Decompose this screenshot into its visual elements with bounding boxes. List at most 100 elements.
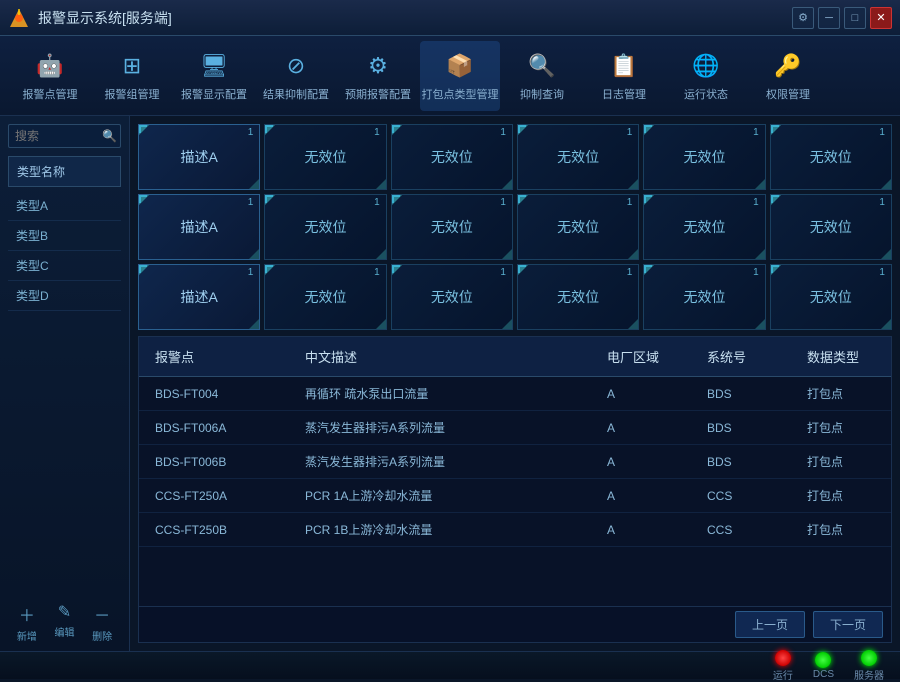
settings-button[interactable]: ⚙: [792, 7, 814, 29]
panel-cell-r1c5[interactable]: 1 无效位: [643, 124, 765, 190]
table-row[interactable]: CCS-FT250BPCR 1B上游冷却水流量ACCS打包点: [139, 513, 891, 547]
panel-cell-r2c3[interactable]: 1 无效位: [391, 194, 513, 260]
panel-cell-r2c2[interactable]: 1 无效位: [264, 194, 386, 260]
table-cell-row2-alarm_point: BDS-FT006A: [139, 417, 289, 439]
panel-cell-r2c1[interactable]: 1 描述A: [138, 194, 260, 260]
table-row[interactable]: BDS-FT004再循环 疏水泵出口流量ABDS打包点: [139, 377, 891, 411]
corner-br-r3c3: [504, 321, 512, 329]
corner-tl-r3c1: [139, 265, 147, 273]
panel-cell-r3c5[interactable]: 1 无效位: [643, 264, 765, 330]
grid-row-2: 1 描述A 1 无效位 1 无效位 1 无效位 1 无效位 1 无效位: [138, 264, 892, 330]
panel-cell-label-r3c6: 无效位: [810, 287, 852, 307]
panel-cell-label-r2c6: 无效位: [810, 217, 852, 237]
panel-cell-label-r1c3: 无效位: [431, 147, 473, 167]
sidebar-action-label-edit: 编辑: [54, 624, 74, 639]
table-row[interactable]: CCS-FT250APCR 1A上游冷却水流量ACCS打包点: [139, 479, 891, 513]
table-header-1: 中文描述: [289, 343, 591, 370]
nav-item-predict-alarm[interactable]: ⚙ 预期报警配置: [338, 41, 418, 111]
app-logo: [8, 7, 30, 29]
panel-cell-r1c2[interactable]: 1 无效位: [264, 124, 386, 190]
table-cell-row5-area: A: [591, 519, 691, 541]
panel-cell-number-r3c3: 1: [500, 267, 506, 278]
sidebar-item-type-b[interactable]: 类型B: [8, 221, 121, 251]
sidebar-items: 类型A类型B类型C类型D: [8, 191, 121, 311]
sidebar-action-icon-delete: －: [94, 602, 110, 626]
table-header-4: 数据类型: [791, 343, 891, 370]
status-label-dcs: DCS: [813, 669, 834, 680]
pagination-bar: 上一页 下一页: [139, 606, 891, 642]
table-cell-row1-alarm_point: BDS-FT004: [139, 383, 289, 405]
table-cell-row1-description: 再循环 疏水泵出口流量: [289, 381, 591, 406]
nav-item-alarm-display[interactable]: 🖥 报警显示配置: [174, 41, 254, 111]
status-dot-dcs: [815, 652, 831, 668]
nav-item-alarm-group[interactable]: ⊞ 报警组管理: [92, 41, 172, 111]
table-row[interactable]: BDS-FT006B蒸汽发生器排污A系列流量ABDS打包点: [139, 445, 891, 479]
panel-cell-label-r1c2: 无效位: [304, 147, 346, 167]
nav-item-permission[interactable]: 🔑 权限管理: [748, 41, 828, 111]
sidebar-item-type-d[interactable]: 类型D: [8, 281, 121, 311]
nav-item-pack-type[interactable]: 📦 打包点类型管理: [420, 41, 500, 111]
corner-tl-r3c5: [644, 265, 652, 273]
corner-tl-r1c2: [265, 125, 273, 133]
corner-br-r3c6: [883, 321, 891, 329]
minimize-button[interactable]: ─: [818, 7, 840, 29]
sidebar-item-type-c[interactable]: 类型C: [8, 251, 121, 281]
nav-item-result-suppress[interactable]: ⊘ 结果抑制配置: [256, 41, 336, 111]
sidebar-action-delete[interactable]: －删除: [92, 602, 112, 643]
nav-label-alarm-point: 报警点管理: [23, 86, 78, 102]
table-cell-row1-area: A: [591, 383, 691, 405]
sidebar-action-icon-add: ＋: [19, 602, 35, 626]
panel-cell-r3c6[interactable]: 1 无效位: [770, 264, 892, 330]
panel-cell-r2c6[interactable]: 1 无效位: [770, 194, 892, 260]
nav-item-alarm-point[interactable]: 🤖 报警点管理: [10, 41, 90, 111]
panel-cell-number-r2c5: 1: [753, 197, 759, 208]
corner-tl-r3c6: [771, 265, 779, 273]
sidebar-action-add[interactable]: ＋新增: [17, 602, 37, 643]
close-button[interactable]: ✕: [870, 7, 892, 29]
panel-cell-number-r1c2: 1: [374, 127, 380, 138]
panel-cell-number-r3c1: 1: [248, 267, 254, 278]
panel-cell-r3c2[interactable]: 1 无效位: [264, 264, 386, 330]
corner-tl-r2c6: [771, 195, 779, 203]
nav-icon-alarm-display: 🖥: [198, 50, 230, 82]
panel-cell-r3c3[interactable]: 1 无效位: [391, 264, 513, 330]
panel-cell-r3c1[interactable]: 1 描述A: [138, 264, 260, 330]
panel-cell-label-r1c6: 无效位: [810, 147, 852, 167]
main-area: 🔍 类型名称 类型A类型B类型C类型D ＋新增 ✎编辑 －删除 1 描述A 1 无效…: [0, 116, 900, 651]
nav-icon-alarm-group: ⊞: [116, 50, 148, 82]
nav-item-run-status[interactable]: 🌐 运行状态: [666, 41, 746, 111]
panel-cell-r2c5[interactable]: 1 无效位: [643, 194, 765, 260]
panel-cell-r3c4[interactable]: 1 无效位: [517, 264, 639, 330]
panel-cell-label-r1c1: 描述A: [180, 147, 217, 167]
panel-cell-r2c4[interactable]: 1 无效位: [517, 194, 639, 260]
status-item-server: 服务器: [854, 650, 884, 682]
nav-label-log-manage: 日志管理: [602, 86, 646, 102]
maximize-button[interactable]: □: [844, 7, 866, 29]
table-area: 报警点中文描述电厂区域系统号数据类型 BDS-FT004再循环 疏水泵出口流量A…: [138, 336, 892, 643]
panel-cell-r1c4[interactable]: 1 无效位: [517, 124, 639, 190]
sidebar-type-header: 类型名称: [8, 156, 121, 187]
panel-cell-label-r3c2: 无效位: [304, 287, 346, 307]
nav-item-suppress-query[interactable]: 🔍 抑制查询: [502, 41, 582, 111]
prev-page-button[interactable]: 上一页: [735, 611, 805, 638]
table-cell-row3-system: BDS: [691, 451, 791, 473]
status-dot-server: [861, 650, 877, 666]
sidebar-action-edit[interactable]: ✎编辑: [54, 602, 74, 643]
panel-cell-r1c1[interactable]: 1 描述A: [138, 124, 260, 190]
corner-br-r3c5: [757, 321, 765, 329]
corner-br-r2c5: [757, 251, 765, 259]
next-page-button[interactable]: 下一页: [813, 611, 883, 638]
panel-cell-number-r2c4: 1: [627, 197, 633, 208]
status-label-server: 服务器: [854, 667, 884, 682]
sidebar-item-type-a[interactable]: 类型A: [8, 191, 121, 221]
nav-label-alarm-group: 报警组管理: [105, 86, 160, 102]
nav-item-log-manage[interactable]: 📋 日志管理: [584, 41, 664, 111]
content-area: 1 描述A 1 无效位 1 无效位 1 无效位 1 无效位 1 无效位: [130, 116, 900, 651]
search-icon[interactable]: 🔍: [102, 129, 117, 143]
table-row[interactable]: BDS-FT006A蒸汽发生器排污A系列流量ABDS打包点: [139, 411, 891, 445]
panel-cell-r1c3[interactable]: 1 无效位: [391, 124, 513, 190]
window-controls: ⚙ ─ □ ✕: [792, 7, 892, 29]
panel-cell-label-r2c2: 无效位: [304, 217, 346, 237]
sidebar: 🔍 类型名称 类型A类型B类型C类型D ＋新增 ✎编辑 －删除: [0, 116, 130, 651]
panel-cell-r1c6[interactable]: 1 无效位: [770, 124, 892, 190]
